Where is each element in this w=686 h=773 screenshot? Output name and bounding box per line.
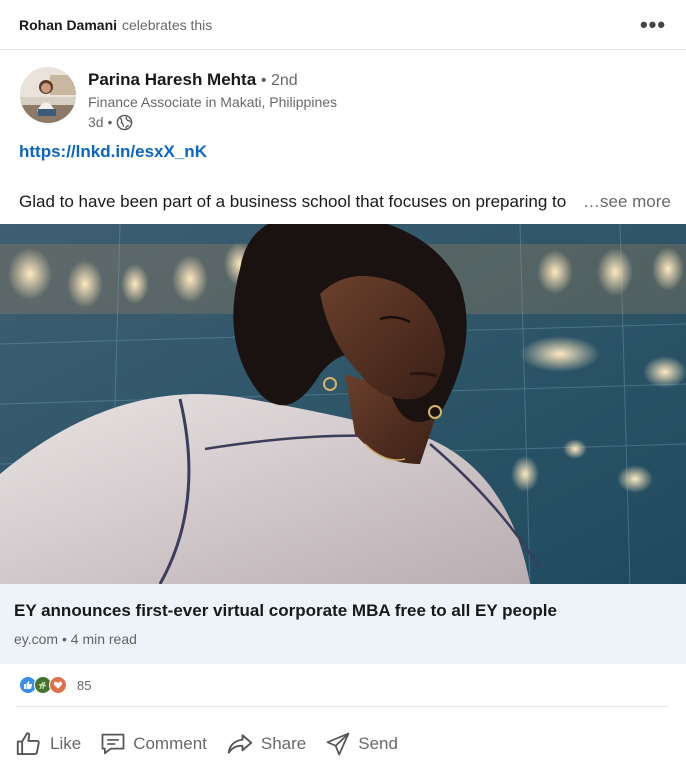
thumbs-up-icon	[16, 732, 40, 755]
more-options-button[interactable]: •••	[638, 14, 668, 36]
post-text: Glad to have been part of a business sch…	[19, 192, 567, 211]
send-icon	[326, 732, 350, 756]
article-preview-card[interactable]: EY announces first-ever virtual corporat…	[0, 584, 686, 664]
actor-name[interactable]: Rohan Damani	[19, 17, 117, 33]
comment-label: Comment	[133, 734, 207, 753]
divider	[16, 706, 668, 707]
comment-button[interactable]: Comment	[99, 730, 207, 758]
globe-icon	[117, 114, 133, 130]
post-link[interactable]: https://lnkd.in/esxX_nK	[19, 142, 207, 162]
article-source: ey.com • 4 min read	[14, 631, 137, 647]
post-actions: Like Comment Share Send	[14, 724, 416, 764]
share-button[interactable]: Share	[225, 729, 306, 759]
see-more-button[interactable]: …see more	[583, 192, 671, 212]
post-timestamp: 3d •	[88, 112, 337, 132]
like-label: Like	[50, 734, 82, 753]
like-button[interactable]: Like	[14, 729, 81, 759]
article-image[interactable]	[0, 224, 686, 584]
actor-action: celebrates this	[122, 16, 213, 33]
send-label: Send	[358, 734, 398, 753]
avatar[interactable]	[20, 67, 76, 123]
post-age: 3d •	[88, 114, 113, 130]
reaction-count[interactable]: 85	[77, 678, 91, 693]
connection-degree: • 2nd	[260, 72, 298, 89]
share-label: Share	[260, 734, 307, 753]
ellipsis-icon: •••	[639, 12, 667, 37]
share-arrow-icon	[227, 734, 253, 754]
social-context-header: Rohan Damani celebrates this •••	[0, 0, 686, 50]
author-name[interactable]: Parina Haresh Mehta	[88, 70, 256, 89]
author-headline: Finance Associate in Makati, Philippines	[88, 94, 338, 110]
send-button[interactable]: Send	[324, 730, 398, 758]
love-icon	[49, 676, 67, 694]
article-title[interactable]: EY announces first-ever virtual corporat…	[14, 600, 672, 622]
post-body: Glad to have been part of a business sch…	[19, 192, 671, 212]
comment-icon	[101, 733, 125, 755]
post-author: Parina Haresh Mehta • 2nd Finance Associ…	[20, 67, 337, 132]
social-counts[interactable]: 85	[19, 676, 91, 694]
